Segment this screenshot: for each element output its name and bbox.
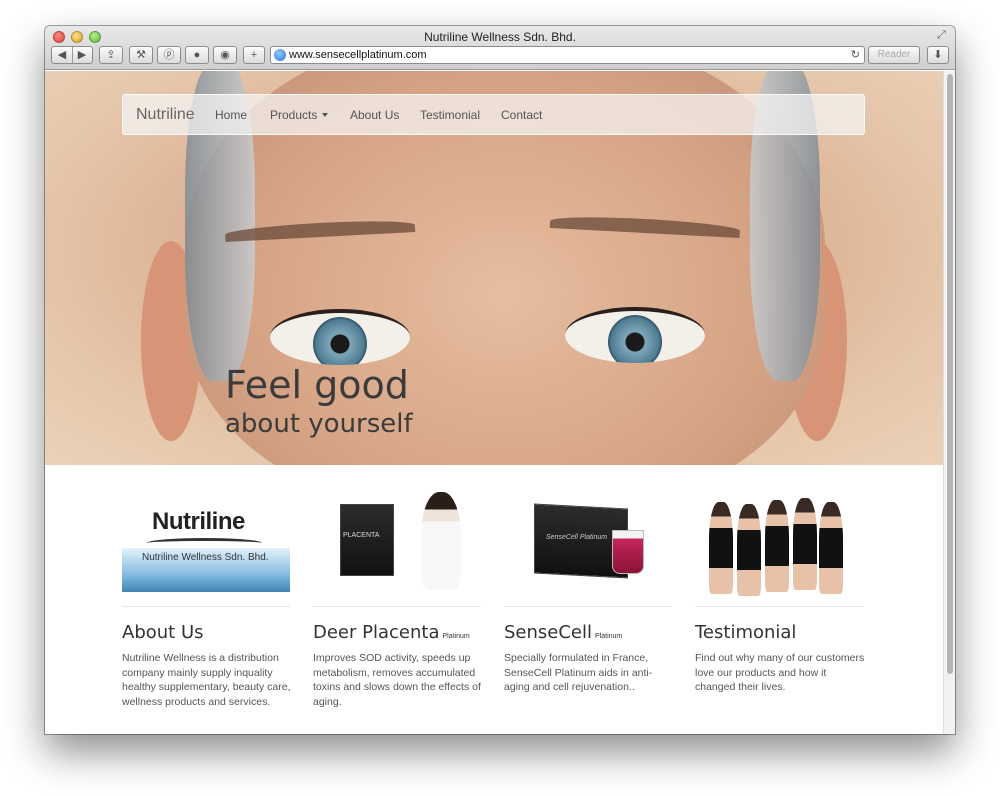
logo-tagline: Nutriline Wellness Sdn. Bhd. <box>142 552 269 563</box>
hero-banner: Feel good about yourself Nutriline Home … <box>45 71 943 465</box>
share-icon[interactable]: ⇪ <box>99 46 123 64</box>
feature-description: Nutriline Wellness is a distribution com… <box>122 652 291 708</box>
caret-down-icon <box>322 113 329 117</box>
model-photo <box>421 492 461 590</box>
pinterest-icon[interactable]: ⓟ <box>157 46 181 64</box>
history-nav-group: ◀ ▶ <box>51 46 93 64</box>
feature-title-text: About Us <box>122 622 204 643</box>
nav-item-about-us[interactable]: About Us <box>350 108 399 122</box>
feature-tag: Platinum <box>595 633 623 640</box>
sensecell-product-image[interactable]: SenseCell Platinum <box>504 490 672 594</box>
product-box-label: PLACENTA <box>343 532 380 539</box>
feature-title[interactable]: About Us <box>122 622 204 643</box>
site-navbar: Nutriline Home Products About Us Testimo… <box>122 94 865 135</box>
globe-icon <box>274 49 286 61</box>
circle-icon[interactable]: ● <box>185 46 209 64</box>
feature-card-sensecell: SenseCell Platinum SenseCell Platinum Spe… <box>504 465 672 734</box>
feature-description: Improves SOD activity, speeds up metabol… <box>313 652 481 708</box>
feature-section: Nutriline Nutriline Wellness Sdn. Bhd. A… <box>45 465 943 734</box>
nav-item-products[interactable]: Products <box>270 108 329 122</box>
hero-subtitle: about yourself <box>225 409 413 439</box>
scrollbar-thumb[interactable] <box>947 74 953 674</box>
feature-title[interactable]: SenseCell Platinum <box>504 622 622 643</box>
hero-image-eye <box>270 309 410 365</box>
feature-title[interactable]: Testimonial <box>695 622 796 643</box>
nav-item-contact[interactable]: Contact <box>501 108 542 122</box>
window-title: Nutriline Wellness Sdn. Bhd. <box>424 30 576 44</box>
page-viewport: Feel good about yourself Nutriline Home … <box>45 71 943 734</box>
feature-title-text: Testimonial <box>695 622 797 643</box>
model-photo <box>819 502 843 594</box>
fullscreen-icon[interactable]: ⤢ <box>937 29 949 41</box>
feature-description: Find out why many of our customers love … <box>695 652 865 693</box>
deer-placenta-product-image[interactable]: PLACENTA <box>313 490 481 594</box>
forward-icon[interactable]: ▶ <box>72 47 92 63</box>
feature-card-testimonial: Testimonial Find out why many of our cus… <box>695 465 865 734</box>
feature-title-text: SenseCell <box>504 622 593 643</box>
logo-swoosh <box>147 538 262 548</box>
hero-image-eye <box>565 307 705 363</box>
divider <box>504 606 672 607</box>
title-bar: Nutriline Wellness Sdn. Bhd. ⤢ ◀ ▶ ⇪ ⚒ ⓟ … <box>45 26 955 70</box>
feature-title-text: Deer Placenta <box>313 622 440 643</box>
feature-card-deer-placenta: PLACENTA Deer Placenta Platinum Improves … <box>313 465 481 734</box>
logo-wordmark: Nutriline <box>152 508 245 535</box>
browser-window: Nutriline Wellness Sdn. Bhd. ⤢ ◀ ▶ ⇪ ⚒ ⓟ … <box>45 26 955 734</box>
navbar-brand[interactable]: Nutriline <box>136 106 195 124</box>
product-box <box>340 504 394 576</box>
download-icon[interactable]: ⬇ <box>927 46 949 64</box>
nav-item-testimonial[interactable]: Testimonial <box>420 108 480 122</box>
vertical-scrollbar[interactable] <box>943 71 955 734</box>
hero-title: Feel good <box>225 363 409 407</box>
feature-title[interactable]: Deer Placenta Platinum <box>313 622 470 643</box>
model-photo <box>737 504 761 596</box>
reload-icon[interactable]: ↻ <box>851 48 860 61</box>
nav-item-home[interactable]: Home <box>215 108 247 122</box>
product-box-label: SenseCell Platinum <box>546 534 608 541</box>
model-photo <box>709 502 733 594</box>
drink-glass <box>612 530 644 574</box>
feature-tag: Platinum <box>442 633 470 640</box>
content-fade <box>45 725 943 734</box>
feature-description: Specially formulated in France, SenseCel… <box>504 652 653 693</box>
wrench-icon[interactable]: ⚒ <box>129 46 153 64</box>
address-bar[interactable]: www.sensecellplatinum.com ↻ <box>270 46 865 64</box>
divider <box>695 606 863 607</box>
model-photo <box>793 498 817 590</box>
model-photo <box>765 500 789 592</box>
plus-icon[interactable]: + <box>243 46 265 64</box>
testimonial-group-image[interactable] <box>695 490 863 596</box>
reader-button[interactable]: Reader <box>868 46 920 64</box>
url-text[interactable]: www.sensecellplatinum.com <box>289 49 427 61</box>
nav-item-label: Products <box>270 108 318 122</box>
divider <box>313 606 481 607</box>
nutriline-logo-image[interactable]: Nutriline Nutriline Wellness Sdn. Bhd. <box>122 490 290 594</box>
feature-card-about-us: Nutriline Nutriline Wellness Sdn. Bhd. A… <box>122 465 291 734</box>
shield-icon[interactable]: ◉ <box>213 46 237 64</box>
back-icon[interactable]: ◀ <box>52 47 72 63</box>
divider <box>122 606 290 607</box>
